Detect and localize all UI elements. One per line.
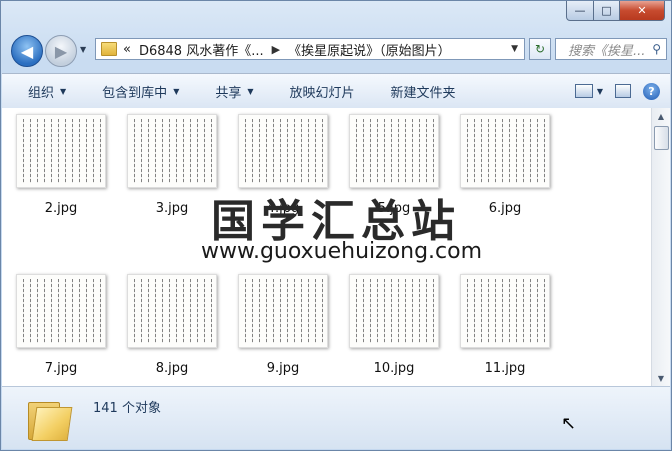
- file-item[interactable]: 11.jpg: [459, 274, 551, 376]
- include-library-label: 包含到库中: [102, 85, 168, 101]
- search-placeholder: 搜索《挨星...: [568, 43, 646, 59]
- scrollbar-thumb[interactable]: [654, 126, 669, 150]
- search-input[interactable]: 搜索《挨星... ⚲: [555, 38, 667, 60]
- include-in-library-menu[interactable]: 包含到库中 ▼: [76, 82, 189, 101]
- navigation-bar: ◀ ▶ ▼ « D6848 风水著作《... ▶ 《挨星原起说》（原始图片） ▼…: [9, 31, 667, 69]
- caption-buttons: — □ ✕: [566, 1, 665, 21]
- file-name: 9.jpg: [266, 361, 300, 376]
- address-bar[interactable]: « D6848 风水著作《... ▶ 《挨星原起说》（原始图片） ▼: [95, 38, 525, 60]
- image-thumbnail: [460, 274, 550, 348]
- image-thumbnail: [238, 114, 328, 188]
- image-thumbnail: [238, 274, 328, 348]
- file-item[interactable]: 10.jpg: [348, 274, 440, 376]
- chevron-down-icon: ▼: [596, 86, 603, 96]
- image-thumbnail: [460, 114, 550, 188]
- arrow-left-icon: ◀: [20, 41, 34, 61]
- share-label: 共享: [215, 85, 242, 101]
- image-thumbnail: [16, 114, 106, 188]
- command-toolbar: 组织 ▼ 包含到库中 ▼ 共享 ▼ 放映幻灯片 新建文件夹 ▼ ?: [2, 73, 670, 109]
- slideshow-button[interactable]: 放映幻灯片: [264, 82, 365, 101]
- image-thumbnail: [16, 274, 106, 348]
- file-item[interactable]: 3.jpg: [126, 114, 218, 216]
- search-icon[interactable]: ⚲: [652, 42, 661, 56]
- breadcrumb-current[interactable]: 《挨星原起说》（原始图片）: [288, 40, 451, 59]
- file-item[interactable]: 9.jpg: [237, 274, 329, 376]
- vertical-scrollbar[interactable]: ▲ ▼: [651, 108, 670, 386]
- file-name: 7.jpg: [44, 361, 78, 376]
- chevron-down-icon: ▼: [247, 86, 254, 96]
- address-overflow-chevron[interactable]: «: [123, 42, 131, 57]
- scroll-down-button[interactable]: ▼: [652, 370, 670, 386]
- recent-pages-dropdown[interactable]: ▼: [80, 45, 86, 54]
- file-item[interactable]: 8.jpg: [126, 274, 218, 376]
- explorer-window: — □ ✕ ◀ ▶ ▼ « D6848 风水著作《... ▶ 《挨星原起说》（原…: [0, 0, 672, 451]
- folder-icon: [28, 399, 73, 441]
- breadcrumb-separator[interactable]: ▶: [272, 43, 280, 56]
- file-name: 11.jpg: [484, 361, 526, 376]
- forward-button[interactable]: ▶: [45, 35, 77, 67]
- chevron-down-icon: ▼: [173, 86, 180, 96]
- file-item[interactable]: 7.jpg: [15, 274, 107, 376]
- help-button[interactable]: ?: [643, 82, 660, 100]
- breadcrumb-parent[interactable]: D6848 风水著作《...: [139, 40, 264, 59]
- refresh-button[interactable]: ↻: [529, 38, 551, 60]
- minimize-button[interactable]: —: [566, 1, 594, 21]
- share-menu[interactable]: 共享 ▼: [189, 82, 263, 101]
- file-name: 6.jpg: [488, 201, 522, 216]
- watermark-url: www.guoxuehuizong.com: [201, 239, 483, 264]
- organize-label: 组织: [28, 85, 55, 101]
- chevron-down-icon: ▼: [60, 86, 67, 96]
- maximize-button[interactable]: □: [594, 1, 620, 21]
- image-thumbnail: [349, 274, 439, 348]
- slideshow-label: 放映幻灯片: [289, 85, 355, 101]
- view-icon: [574, 84, 593, 98]
- view-options-button[interactable]: ▼: [574, 84, 603, 98]
- scroll-up-button[interactable]: ▲: [652, 108, 670, 124]
- file-item[interactable]: 2.jpg: [15, 114, 107, 216]
- file-name: 8.jpg: [155, 361, 189, 376]
- new-folder-label: 新建文件夹: [390, 85, 456, 101]
- file-name: 3.jpg: [155, 201, 189, 216]
- refresh-icon: ↻: [534, 42, 546, 56]
- arrow-right-icon: ▶: [54, 41, 68, 61]
- image-thumbnail: [349, 114, 439, 188]
- preview-pane-button[interactable]: [615, 84, 631, 98]
- organize-menu[interactable]: 组织 ▼: [2, 82, 76, 101]
- back-button[interactable]: ◀: [11, 35, 43, 67]
- file-name: 2.jpg: [44, 201, 78, 216]
- address-dropdown-icon[interactable]: ▼: [511, 44, 518, 54]
- image-thumbnail: [127, 274, 217, 348]
- image-thumbnail: [127, 114, 217, 188]
- close-button[interactable]: ✕: [620, 1, 665, 21]
- file-item[interactable]: 6.jpg: [459, 114, 551, 216]
- folder-icon: [101, 42, 117, 56]
- mouse-cursor-icon: ↖: [561, 413, 577, 434]
- file-name: 10.jpg: [373, 361, 415, 376]
- item-count: 141 个对象: [93, 401, 161, 416]
- new-folder-button[interactable]: 新建文件夹: [365, 82, 466, 101]
